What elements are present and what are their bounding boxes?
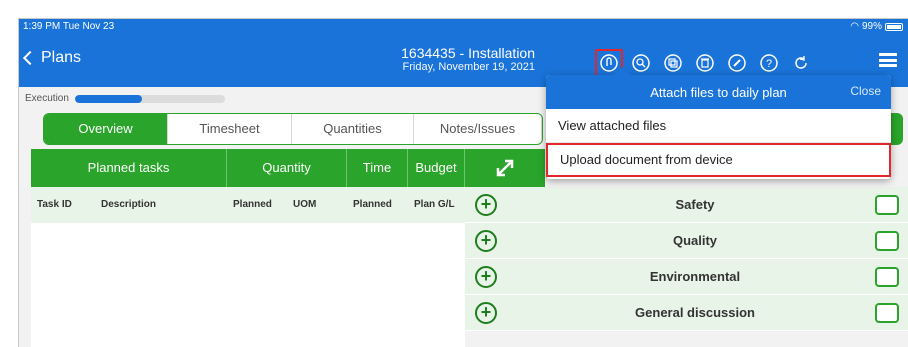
edit-pen-icon[interactable] — [723, 49, 751, 77]
attach-files-popover: Attach files to daily plan Close View at… — [546, 67, 891, 179]
back-button[interactable]: Plans — [22, 49, 82, 67]
battery-icon — [885, 22, 903, 31]
popover-arrow — [614, 67, 630, 75]
tab-overview[interactable]: Overview — [44, 114, 168, 144]
popover-header: Attach files to daily plan Close — [546, 75, 891, 109]
col-planned-qty: Planned — [233, 199, 272, 210]
add-icon[interactable]: + — [475, 193, 497, 216]
table-column-header: Task ID Description Planned UOM Planned … — [31, 187, 465, 223]
category-row-environmental: + Environmental — [465, 259, 908, 295]
category-row-safety: + Safety — [465, 187, 908, 223]
search-doc-icon[interactable] — [627, 49, 655, 77]
plan-title: 1634435 - Installation — [401, 45, 535, 61]
page-title: 1634435 - Installation Friday, November … — [389, 45, 535, 73]
edit-note-icon[interactable] — [875, 194, 899, 215]
group-quantity: Quantity — [227, 149, 347, 187]
edit-note-icon[interactable] — [875, 230, 899, 251]
app-window: 1:39 PM Tue Nov 23 ◠ 99% Plans 1634435 -… — [18, 18, 908, 347]
expand-icon[interactable] — [465, 149, 545, 187]
group-budget: Budget — [408, 149, 465, 187]
svg-text:?: ? — [766, 58, 772, 70]
col-uom: UOM — [293, 199, 317, 210]
edit-note-icon[interactable] — [875, 266, 899, 287]
tab-notes-issues[interactable]: Notes/Issues — [414, 114, 542, 144]
copy-icon[interactable] — [659, 49, 687, 77]
back-label: Plans — [41, 49, 82, 66]
upload-document-item[interactable]: Upload document from device — [546, 143, 891, 177]
menu-icon[interactable] — [879, 53, 897, 67]
col-description: Description — [101, 199, 157, 210]
edit-note-icon[interactable] — [875, 302, 899, 323]
help-icon[interactable]: ? — [755, 49, 783, 77]
battery-percent: 99% — [861, 21, 882, 32]
category-label: Quality — [672, 233, 718, 248]
category-label: Environmental — [649, 269, 741, 284]
refresh-icon[interactable] — [787, 49, 815, 77]
tab-bar-end — [891, 113, 903, 145]
popover-close-button[interactable]: Close — [850, 84, 881, 98]
add-icon[interactable]: + — [475, 301, 497, 324]
status-time: 1:39 PM Tue Nov 23 — [23, 21, 115, 32]
group-time: Time — [347, 149, 408, 187]
delete-icon[interactable] — [691, 49, 719, 77]
notes-categories: + Safety + Quality + Environmental + Gen… — [465, 187, 908, 331]
category-label: Safety — [675, 197, 715, 212]
tab-timesheet[interactable]: Timesheet — [168, 114, 292, 144]
col-plan-gl: Plan G/L — [414, 199, 455, 210]
group-planned-tasks: Planned tasks — [31, 149, 227, 187]
add-icon[interactable]: + — [475, 265, 497, 288]
plan-date: Friday, November 19, 2021 — [402, 61, 535, 73]
col-planned-time: Planned — [353, 199, 392, 210]
chevron-left-icon — [22, 50, 38, 66]
add-icon[interactable]: + — [475, 229, 497, 252]
popover-title: Attach files to daily plan — [650, 84, 787, 100]
category-label: General discussion — [635, 305, 755, 320]
execution-bar — [74, 94, 225, 103]
wifi-icon: ◠ — [850, 21, 859, 32]
tab-bar: Overview Timesheet Quantities Notes/Issu… — [43, 113, 543, 145]
task-table-body — [31, 223, 465, 347]
category-row-quality: + Quality — [465, 223, 908, 259]
execution-label: Execution — [25, 93, 69, 104]
execution-bar-fill — [74, 94, 143, 103]
tab-quantities[interactable]: Quantities — [292, 114, 414, 144]
view-attached-files-item[interactable]: View attached files — [546, 109, 891, 143]
table-group-header: Planned tasks Quantity Time Budget — [31, 149, 465, 187]
execution-progress: Execution — [25, 93, 225, 104]
battery-status: ◠ 99% — [850, 21, 903, 32]
col-task-id: Task ID — [37, 199, 72, 210]
category-row-general-discussion: + General discussion — [465, 295, 908, 331]
